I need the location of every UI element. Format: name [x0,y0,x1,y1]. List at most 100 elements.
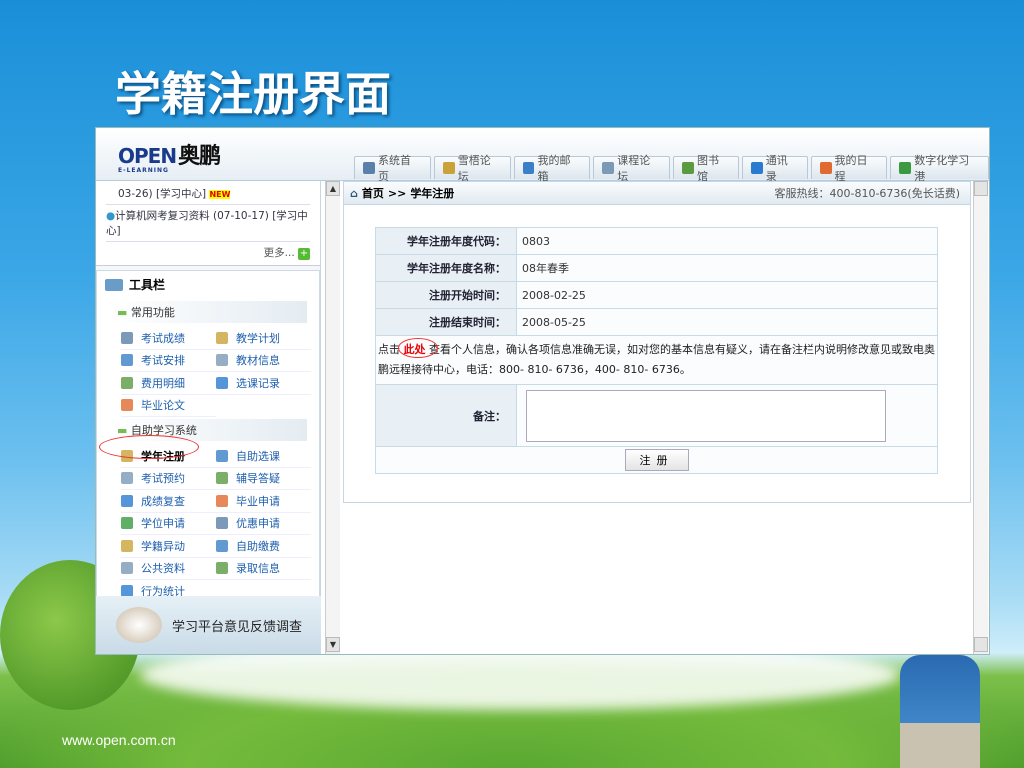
field-value: 0803 [516,227,938,255]
tab-3[interactable]: 课程论坛 [593,154,670,183]
menu-item-icon [216,449,228,462]
menu-item-icon [121,399,133,412]
logo[interactable]: OPEN奥鹏 E-LEARNING [118,138,221,174]
note-prefix: 点击 [378,343,400,356]
tab-6[interactable]: 我的日程 [810,154,888,183]
breadcrumb-home[interactable]: 首页 [362,185,384,201]
tab-2[interactable]: 我的邮箱 [513,154,591,183]
tab-1[interactable]: 雪梧论坛 [433,154,511,183]
more-label: 更多... [263,247,295,259]
sidebar-item[interactable]: 选课记录 [216,372,311,395]
breadcrumb: ⌂ 首页 >> 学年注册 客服热线：400-810-6736(免长话费) [344,182,970,205]
sidebar-item[interactable]: 公共资料 [121,558,216,580]
remark-row: 备注： [375,384,938,447]
sidebar-item[interactable]: 考试预约 [121,468,216,490]
sidebar-item-label: 费用明细 [141,376,185,390]
tab-label: 系统首页 [377,154,411,183]
field-label: 注册开始时间： [375,281,517,309]
field-value: 2008-02-25 [516,281,938,309]
sidebar-item[interactable]: 优惠申请 [216,513,311,535]
plus-icon: + [298,248,310,260]
menu-item-icon [216,517,228,530]
menu-item-icon [216,494,228,507]
sidebar-item-label: 毕业申请 [236,494,280,508]
sidebar-item-label: 公共资料 [141,562,185,576]
sidebar-scrollbar[interactable]: ▲ ▼ [325,181,340,654]
sidebar-item[interactable]: 费用明细 [121,372,216,395]
form-row: 学年注册年度代码： 0803 [375,227,938,255]
sidebar-item[interactable]: 教材信息 [216,350,311,372]
menu-item-icon [121,472,133,485]
news-item[interactable]: ●计算机网考复习资料 (07-10-17) [学习中心] [106,205,310,242]
scroll-down-arrow[interactable]: ▼ [326,637,340,652]
registration-form: 学年注册年度代码： 0803 学年注册年度名称： 08年春季 注册开始时间： 2008-0… [375,227,938,474]
menu-item-icon [121,494,133,507]
more-link[interactable]: 更多... + [106,242,310,263]
sidebar-item-label: 辅导答疑 [236,472,280,486]
register-button[interactable]: 注册 [624,449,689,471]
sidebar-item-label: 学位申请 [141,517,185,531]
nav-tabs: 系统首页 雪梧论坛 我的邮箱 课程论坛 图书馆 通讯录 我的日程 数字化学习港 [354,154,989,183]
feedback-survey-button[interactable]: 学习平台意见反馈调查 [96,596,321,654]
menu-item-icon [216,472,228,485]
menu-item-icon [121,354,133,367]
highlight-circle [398,338,438,358]
section-title: ▬ 常用功能 [109,301,307,323]
logo-text: OPEN [118,144,177,168]
breadcrumb-separator: >> [387,186,407,200]
new-badge: NEW [209,190,231,199]
sidebar-item-label: 录取信息 [236,562,280,576]
book-icon [682,162,694,174]
sidebar-item[interactable]: 考试成绩 [121,327,216,350]
sidebar-item[interactable]: 教学计划 [216,327,311,350]
tab-0[interactable]: 系统首页 [354,154,431,183]
menu-item-icon [121,517,133,530]
forum-icon [602,162,615,174]
sidebar-item-label: 教材信息 [236,354,280,368]
remark-label: 备注： [375,384,517,447]
dash-icon: ▬ [117,306,128,319]
scroll-up-arrow[interactable] [974,181,988,196]
sidebar-item-label: 毕业论文 [141,399,185,413]
news-item[interactable]: 03-26) [学习中心] NEW [106,183,310,205]
tab-7[interactable]: 数字化学习港 [890,154,989,183]
field-label: 注册结束时间： [375,308,517,336]
tab-label: 通讯录 [765,154,788,183]
menu-item-icon [216,539,228,552]
menu-item-icon [121,584,133,597]
news-text: 计算机网考复习资料 (07-10-17) [学习中心] [106,210,308,237]
chat-bubble-icon [116,607,162,643]
home-icon [363,162,375,174]
forum-icon [442,162,455,174]
sidebar-item-label: 考试预约 [141,472,185,486]
section-label: 常用功能 [130,306,175,319]
scroll-track[interactable] [326,196,340,637]
remark-textarea[interactable] [526,389,886,442]
menu-item-icon [121,539,133,552]
sidebar-item[interactable]: 毕业申请 [216,490,311,513]
tab-label: 课程论坛 [617,154,651,183]
main-scrollbar[interactable] [973,181,988,654]
scroll-track[interactable] [974,196,988,637]
sidebar-item[interactable]: 学籍异动 [121,535,216,558]
sidebar-item[interactable]: 学位申请 [121,513,216,535]
field-label: 学年注册年度代码： [375,227,517,255]
tab-4[interactable]: 图书馆 [673,154,739,183]
scroll-down-arrow[interactable] [974,637,988,652]
sidebar-item[interactable]: 自助选课 [216,445,311,468]
sidebar-item[interactable]: 辅导答疑 [216,468,311,490]
sidebar-item[interactable]: 录取信息 [216,558,311,580]
sidebar-item[interactable]: 毕业论文 [121,395,216,417]
sidebar-item-label: 成绩复查 [141,494,185,508]
sidebar-item[interactable]: 自助缴费 [216,535,311,558]
sidebar-item[interactable]: 成绩复查 [121,490,216,513]
news-list: 03-26) [学习中心] NEW ●计算机网考复习资料 (07-10-17) … [96,181,320,266]
sidebar-item-label: 学籍异动 [141,539,185,553]
tab-label: 我的日程 [834,154,868,183]
sidebar-item[interactable]: 考试安排 [121,350,216,372]
toolbox-icon [105,278,123,291]
tab-5[interactable]: 通讯录 [741,154,808,183]
menu-item-icon [216,376,228,389]
scroll-up-arrow[interactable]: ▲ [326,181,340,196]
section-items: 学年注册 自助选课 考试预约 辅导答疑 成绩复查 毕业申请 学位申请 优惠申请 学籍异动 自助缴费… [101,445,315,603]
